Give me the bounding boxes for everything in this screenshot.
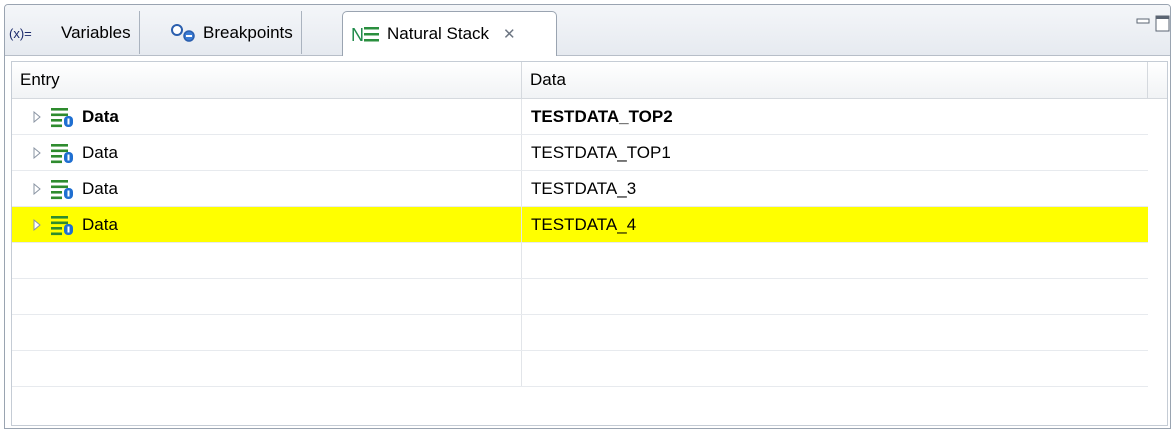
svg-text:N: N (351, 25, 364, 45)
entry-label: Data (82, 179, 118, 198)
tab-variables[interactable]: (x)= Variables (9, 11, 140, 54)
empty-row (12, 315, 1148, 351)
entry-label: Data (82, 107, 119, 126)
empty-cell (12, 279, 522, 314)
maximize-icon (1155, 15, 1170, 32)
natural-stack-icon: N (351, 23, 381, 45)
empty-row (12, 351, 1148, 387)
table-row[interactable]: Data TESTDATA_TOP2 (12, 99, 1148, 135)
empty-cell (12, 243, 522, 278)
table-row[interactable]: Data TESTDATA_TOP1 (12, 135, 1148, 171)
expand-arrow-icon[interactable] (30, 218, 44, 231)
tab-label: Variables (61, 22, 131, 42)
data-cell: TESTDATA_TOP1 (531, 143, 671, 162)
table-body: Data TESTDATA_TOP2 Data TESTDATA_TOP1 Da… (12, 99, 1148, 387)
minimize-button[interactable] (1136, 15, 1150, 29)
tab-breakpoints[interactable]: Breakpoints (169, 11, 302, 54)
expand-arrow-icon[interactable] (30, 110, 44, 123)
entry-label: Data (82, 143, 118, 162)
data-stack-icon (50, 213, 76, 237)
column-header-entry[interactable]: Entry (12, 62, 522, 98)
variables-icon: (x)= (9, 23, 55, 43)
expand-arrow-icon[interactable] (30, 146, 44, 159)
data-cell: TESTDATA_TOP2 (531, 107, 673, 126)
entry-cell: Data (12, 135, 522, 170)
table-header: Entry Data (12, 62, 1167, 99)
table-row[interactable]: Data TESTDATA_3 (12, 171, 1148, 207)
data-cell: TESTDATA_3 (531, 179, 637, 198)
column-header-data[interactable]: Data (522, 62, 1148, 98)
view-tab-bar: (x)= Variables Breakpoints N Natural Sta… (5, 5, 1170, 56)
stack-table: Entry Data Data TESTDATA_TOP2 Data TESTD… (11, 61, 1168, 426)
data-stack-icon (50, 105, 76, 129)
entry-cell: Data (12, 99, 522, 134)
tab-natural-stack[interactable]: N Natural Stack ✕ (342, 11, 557, 56)
data-stack-icon (50, 177, 76, 201)
empty-row (12, 279, 1148, 315)
tab-label: Breakpoints (203, 22, 293, 42)
tab-label: Natural Stack (387, 24, 490, 43)
minimize-icon (1136, 18, 1150, 24)
svg-text:(x)=: (x)= (9, 26, 32, 41)
empty-cell (12, 351, 522, 386)
table-row-highlighted[interactable]: Data TESTDATA_4 (12, 207, 1148, 243)
maximize-button[interactable] (1155, 15, 1170, 33)
empty-row (12, 243, 1148, 279)
natural-stack-view: (x)= Variables Breakpoints N Natural Sta… (4, 4, 1171, 429)
entry-label: Data (82, 215, 118, 234)
vertical-scroll-area[interactable] (1149, 99, 1167, 425)
entry-cell: Data (12, 171, 522, 206)
entry-cell: Data (12, 207, 522, 242)
close-tab-icon[interactable]: ✕ (503, 25, 516, 43)
empty-cell (12, 315, 522, 350)
expand-arrow-icon[interactable] (30, 182, 44, 195)
breakpoints-icon (169, 22, 197, 44)
data-cell: TESTDATA_4 (531, 215, 637, 234)
data-stack-icon (50, 141, 76, 165)
